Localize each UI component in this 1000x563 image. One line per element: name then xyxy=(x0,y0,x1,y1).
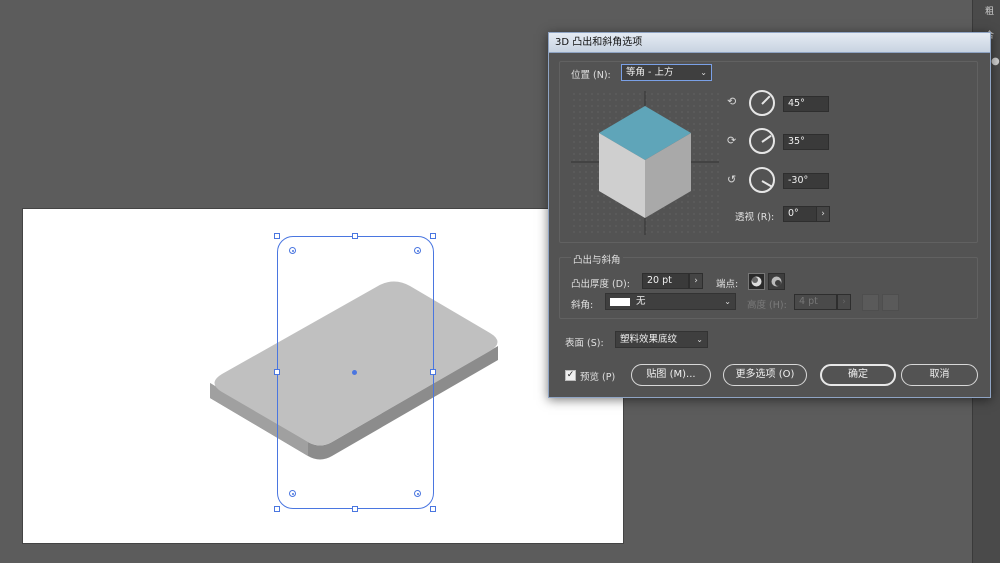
handle-top-right[interactable] xyxy=(430,233,436,239)
surface-value: 塑料效果底纹 xyxy=(620,334,678,345)
more-options-button[interactable]: 更多选项 (O) xyxy=(723,364,807,386)
y-rotation-dial[interactable] xyxy=(749,128,775,154)
cap-on-icon[interactable] xyxy=(748,273,765,290)
x-rotation-input[interactable]: 45° xyxy=(783,96,829,112)
cancel-button[interactable]: 取消 xyxy=(901,364,978,386)
z-rotation-input[interactable]: -30° xyxy=(783,173,829,189)
rotation-preview[interactable] xyxy=(571,91,719,235)
handle-top-center[interactable] xyxy=(352,233,358,239)
extrude-group-label: 凸出与斜角 xyxy=(571,252,623,266)
handle-middle-right[interactable] xyxy=(430,369,436,375)
map-button[interactable]: 贴图 (M)... xyxy=(631,364,711,386)
ok-button[interactable]: 确定 xyxy=(820,364,896,386)
handle-bottom-right[interactable] xyxy=(430,506,436,512)
bevel-value: 无 xyxy=(636,296,646,307)
height-input[interactable]: 4 pt xyxy=(794,294,837,310)
height-slider-button[interactable]: › xyxy=(837,294,851,310)
extrude-depth-slider-button[interactable]: › xyxy=(689,273,703,289)
preview-checkbox[interactable]: ✓ xyxy=(565,370,576,381)
handle-middle-left[interactable] xyxy=(274,369,280,375)
surface-label: 表面 (S): xyxy=(565,338,604,349)
position-label: 位置 (N): xyxy=(571,70,611,81)
extrude-depth-label: 凸出厚度 (D): xyxy=(571,279,630,290)
position-value: 等角 - 上方 xyxy=(626,67,674,78)
panel-label-top: 粗 xyxy=(985,7,995,17)
chevron-down-icon: ⌄ xyxy=(700,68,707,77)
corner-radius-widget-br[interactable] xyxy=(414,490,421,497)
x-axis-rotate-icon: ⟲ xyxy=(727,95,737,108)
dialog-title[interactable]: 3D 凸出和斜角选项 xyxy=(549,33,990,53)
corner-radius-widget-tr[interactable] xyxy=(414,247,421,254)
z-rotation-dial[interactable] xyxy=(749,167,775,193)
cube-preview[interactable] xyxy=(571,91,719,235)
handle-bottom-center[interactable] xyxy=(352,506,358,512)
cap-off-icon[interactable] xyxy=(768,273,785,290)
cap-label: 端点: xyxy=(716,279,739,290)
perspective-input[interactable]: 0° xyxy=(783,206,817,222)
perspective-label: 透视 (R): xyxy=(735,212,775,223)
corner-radius-widget-bl[interactable] xyxy=(289,490,296,497)
surface-dropdown[interactable]: 塑料效果底纹 ⌄ xyxy=(615,331,708,348)
position-dropdown[interactable]: 等角 - 上方 ⌄ xyxy=(621,64,712,81)
bevel-in-icon[interactable] xyxy=(882,294,899,311)
corner-radius-widget-tl[interactable] xyxy=(289,247,296,254)
preview-label: 预览 (P) xyxy=(580,372,616,383)
height-label: 高度 (H): xyxy=(747,300,787,311)
perspective-slider-button[interactable]: › xyxy=(816,206,830,222)
chevron-down-icon: ⌄ xyxy=(724,297,731,306)
eye-icon[interactable]: ● xyxy=(991,56,1000,67)
y-rotation-input[interactable]: 35° xyxy=(783,134,829,150)
bevel-swatch xyxy=(610,297,630,306)
handle-bottom-left[interactable] xyxy=(274,506,280,512)
handle-top-left[interactable] xyxy=(274,233,280,239)
bevel-label: 斜角: xyxy=(571,300,594,311)
x-rotation-dial[interactable] xyxy=(749,90,775,116)
chevron-down-icon: ⌄ xyxy=(696,335,703,344)
z-axis-rotate-icon: ↺ xyxy=(727,173,737,186)
3d-extrude-bevel-dialog: 3D 凸出和斜角选项 位置 (N): 等角 - 上方 ⌄ ⟲ 45° ⟳ 35°… xyxy=(548,32,991,398)
bevel-out-icon[interactable] xyxy=(862,294,879,311)
extrude-depth-input[interactable]: 20 pt xyxy=(642,273,689,289)
center-point xyxy=(352,370,357,375)
bevel-dropdown[interactable]: 无 ⌄ xyxy=(605,293,736,310)
y-axis-rotate-icon: ⟳ xyxy=(727,134,737,147)
